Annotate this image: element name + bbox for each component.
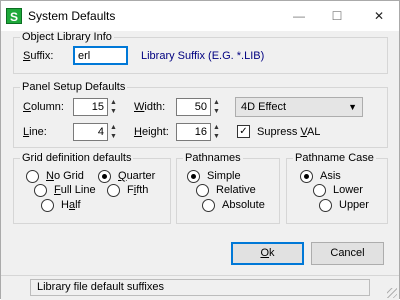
title-bar[interactable]: S System Defaults — ☐ ✕ xyxy=(1,1,399,31)
height-input[interactable]: 16 xyxy=(176,123,211,141)
effect-dropdown-value: 4D Effect xyxy=(241,101,287,113)
width-label: Width: xyxy=(134,101,166,113)
width-spinner[interactable]: ▲ ▼ xyxy=(212,98,221,116)
cancel-button[interactable]: Cancel xyxy=(311,242,384,265)
effect-dropdown[interactable]: 4D Effect ▼ xyxy=(235,97,363,117)
panel-setup-legend: Panel Setup Defaults xyxy=(20,81,128,93)
library-suffix-hint: Library Suffix (E.G. *.LIB) xyxy=(141,50,265,62)
radio-no-grid[interactable] xyxy=(26,170,39,183)
object-library-legend: Object Library Info xyxy=(20,31,114,43)
pathnames-legend: Pathnames xyxy=(183,152,243,164)
radio-asis-label[interactable]: Asis xyxy=(320,170,341,182)
column-label: Column: xyxy=(23,101,64,113)
maximize-button[interactable]: ☐ xyxy=(327,7,347,25)
radio-lower[interactable] xyxy=(313,184,326,197)
width-input[interactable]: 50 xyxy=(176,98,211,116)
column-spinner[interactable]: ▲ ▼ xyxy=(109,98,118,116)
suffix-input[interactable]: erl xyxy=(73,46,128,65)
app-icon: S xyxy=(6,8,22,24)
window-title: System Defaults xyxy=(28,9,116,23)
radio-half[interactable] xyxy=(41,199,54,212)
line-spinner[interactable]: ▲ ▼ xyxy=(109,123,118,141)
radio-relative-label[interactable]: Relative xyxy=(216,184,256,196)
radio-full-line-label[interactable]: Full Line xyxy=(54,184,96,196)
supress-val-checkbox[interactable]: ✓ xyxy=(237,125,250,138)
status-bar: Library file default suffixes xyxy=(1,275,399,300)
minimize-button[interactable]: — xyxy=(289,7,309,25)
supress-val-label[interactable]: Supress VAL xyxy=(257,126,320,138)
status-text: Library file default suffixes xyxy=(30,279,370,296)
system-defaults-dialog: S System Defaults — ☐ ✕ Object Library I… xyxy=(0,0,400,300)
radio-upper[interactable] xyxy=(319,199,332,212)
radio-absolute-label[interactable]: Absolute xyxy=(222,199,265,211)
radio-simple[interactable] xyxy=(187,170,200,183)
resize-grip[interactable] xyxy=(387,288,397,298)
line-label: Line: xyxy=(23,126,47,138)
radio-quarter[interactable] xyxy=(98,170,111,183)
height-spinner[interactable]: ▲ ▼ xyxy=(212,123,221,141)
chevron-down-icon: ▼ xyxy=(348,102,357,112)
radio-relative[interactable] xyxy=(196,184,209,197)
radio-no-grid-label[interactable]: No Grid xyxy=(46,170,84,182)
radio-asis[interactable] xyxy=(300,170,313,183)
height-label: Height: xyxy=(134,126,169,138)
radio-fifth[interactable] xyxy=(107,184,120,197)
grid-definition-legend: Grid definition defaults xyxy=(20,152,134,164)
radio-lower-label[interactable]: Lower xyxy=(333,184,363,196)
radio-fifth-label[interactable]: Fifth xyxy=(127,184,148,196)
ok-button[interactable]: Ok xyxy=(231,242,304,265)
radio-half-label[interactable]: Half xyxy=(61,199,81,211)
radio-absolute[interactable] xyxy=(202,199,215,212)
suffix-label: Suffix: xyxy=(23,50,54,62)
column-input[interactable]: 15 xyxy=(73,98,108,116)
radio-simple-label[interactable]: Simple xyxy=(207,170,241,182)
radio-upper-label[interactable]: Upper xyxy=(339,199,369,211)
radio-full-line[interactable] xyxy=(34,184,47,197)
close-button[interactable]: ✕ xyxy=(369,7,389,25)
line-input[interactable]: 4 xyxy=(73,123,108,141)
pathname-case-legend: Pathname Case xyxy=(293,152,376,164)
radio-quarter-label[interactable]: Quarter xyxy=(118,170,155,182)
